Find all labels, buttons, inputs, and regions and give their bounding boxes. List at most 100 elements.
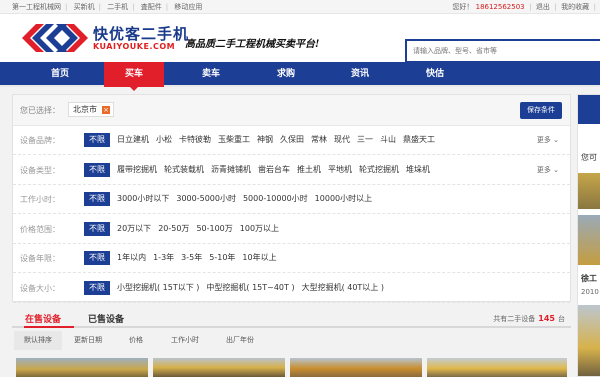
filter-option[interactable]: 斗山 (380, 133, 396, 147)
more-label: 更多 (536, 136, 551, 144)
chevron-down-icon: ⌄ (550, 136, 559, 144)
selected-conditions-row: 您已选择： 北京市 × 保存条件 (13, 95, 570, 126)
filter-label: 设备年限： (20, 254, 60, 263)
filter-options: 不限 1年以内 1-3年 3-5年 5-10年 10年以上 (84, 251, 284, 265)
filter-option[interactable]: 小松 (156, 133, 172, 147)
filter-option[interactable]: 3000-5000小时 (176, 192, 236, 206)
filter-options: 不限 20万以下 20-50万 50-100万 100万以上 (84, 221, 286, 236)
filter-option[interactable]: 3-5年 (181, 251, 202, 265)
nav-item-quick-valuation[interactable]: 快估 (405, 62, 465, 87)
filter-option[interactable]: 鼎盛天工 (403, 133, 435, 147)
listing-count: 共有二手设备 145 台 (493, 314, 565, 324)
listing-thumbnail[interactable] (16, 358, 148, 377)
sort-bar: 默认排序 更新日期 价格 工作小时 出厂年份 (12, 331, 571, 350)
logout-link[interactable]: 退出 (536, 3, 550, 11)
logo-domain: KUAIYOUKE.COM (93, 42, 176, 51)
filter-option-all[interactable]: 不限 (84, 192, 110, 206)
top-link-parts[interactable]: 査配件 (141, 3, 162, 11)
filter-option[interactable]: 三一 (357, 133, 373, 147)
filter-option[interactable]: 凿岩台车 (258, 163, 290, 177)
filter-option[interactable]: 5-10年 (209, 251, 235, 265)
user-phone[interactable]: 18612562503 (476, 3, 525, 11)
more-options-button[interactable]: 更多 ⌄ (537, 135, 559, 145)
filter-option[interactable]: 中型挖掘机( 15T~40T ) (206, 281, 294, 295)
top-link-used-machines[interactable]: 二手机 (107, 3, 128, 11)
filter-option[interactable]: 沥青摊铺机 (211, 163, 251, 177)
count-value: 145 (538, 314, 555, 323)
nav-item-buy[interactable]: 买车 (104, 62, 164, 91)
sidebar-item-image[interactable] (578, 173, 600, 209)
listing-thumbnail[interactable] (427, 358, 567, 377)
filter-option[interactable]: 常林 (311, 133, 327, 147)
nav-item-news[interactable]: 资讯 (330, 62, 390, 87)
more-options-button[interactable]: 更多 ⌄ (537, 165, 559, 175)
listing-thumbnail[interactable] (290, 358, 422, 377)
tab-on-sale[interactable]: 在售设备 (25, 312, 61, 325)
listing-thumbnail[interactable] (153, 358, 285, 377)
nav-item-wanted[interactable]: 求购 (256, 62, 316, 87)
filter-option-all[interactable]: 不限 (84, 251, 110, 265)
filter-option[interactable]: 现代 (334, 133, 350, 147)
filter-option-all[interactable]: 不限 (84, 162, 110, 177)
favorites-link[interactable]: 我的收藏 (561, 3, 589, 11)
sort-default[interactable]: 默认排序 (14, 331, 62, 350)
sidebar-item-year: 2010 (581, 288, 599, 296)
filter-option[interactable]: 玉柴重工 (218, 133, 250, 147)
filter-option[interactable]: 10000小时以上 (315, 192, 372, 206)
filter-options: 不限 履带挖掘机 轮式装载机 沥青摊铺机 凿岩台车 推土机 平地机 轮式挖掘机 堆垛机 (84, 162, 437, 177)
filter-option[interactable]: 堆垛机 (406, 163, 430, 177)
logo-icon[interactable] (12, 22, 88, 54)
user-area: 您好！ 18612562503 | 退出 | 我的收藏 | (452, 2, 596, 12)
filter-option[interactable]: 10年以上 (242, 251, 276, 265)
filter-option[interactable]: 平地机 (328, 163, 352, 177)
filter-option[interactable]: 50-100万 (196, 222, 232, 236)
filter-option[interactable]: 100万以上 (240, 222, 279, 236)
filter-option[interactable]: 推土机 (297, 163, 321, 177)
greeting-text: 您好！ (452, 3, 474, 11)
filter-option[interactable]: 日立建机 (117, 133, 149, 147)
filter-row-work-hours: 工作小时： 不限 3000小时以下 3000-5000小时 5000-10000小时 10… (13, 185, 570, 214)
filter-option[interactable]: 5000-10000小时 (243, 192, 308, 206)
filter-option[interactable]: 1年以内 (117, 251, 146, 265)
logo-text[interactable]: 快优客二手机 KUAIYOUKE.COM (93, 26, 189, 51)
sort-work-hours[interactable]: 工作小时 (160, 331, 210, 350)
nav-item-home[interactable]: 首页 (30, 62, 90, 87)
filter-option-all[interactable]: 不限 (84, 221, 110, 236)
nav-item-sell[interactable]: 卖车 (181, 62, 241, 87)
filter-row-price: 价格范围： 不限 20万以下 20-50万 50-100万 100万以上 (13, 215, 570, 244)
filter-row-type: 设备类型： 不限 履带挖掘机 轮式装载机 沥青摊铺机 凿岩台车 推土机 平地机 轮式挖掘机 堆垛机… (13, 156, 570, 185)
filter-option[interactable]: 1-3年 (153, 251, 174, 265)
sidebar-item-image[interactable] (578, 215, 600, 265)
filter-option[interactable]: 20万以下 (117, 222, 151, 236)
sort-update-date[interactable]: 更新日期 (64, 331, 112, 350)
search-input[interactable] (407, 41, 600, 61)
save-conditions-button[interactable]: 保存条件 (520, 102, 562, 119)
filter-option[interactable]: 神钢 (257, 133, 273, 147)
filter-option[interactable]: 卡特彼勒 (179, 133, 211, 147)
filter-option[interactable]: 轮式装载机 (164, 163, 204, 177)
filter-option[interactable]: 大型挖掘机( 40T以上 ) (302, 281, 384, 295)
filter-option-all[interactable]: 不限 (84, 280, 110, 295)
filter-option[interactable]: 20-50万 (158, 222, 189, 236)
sort-price[interactable]: 价格 (116, 331, 156, 350)
filter-option[interactable]: 轮式挖掘机 (359, 163, 399, 177)
logo-chinese-name: 快优客二手机 (93, 25, 190, 43)
sidebar-item-title[interactable]: 徐工 (581, 273, 597, 284)
close-icon[interactable]: × (102, 106, 110, 114)
filter-options: 不限 日立建机 小松 卡特彼勒 玉柴重工 神钢 久保田 常林 现代 三一 斗山 鼎盛天工 (84, 133, 442, 147)
sidebar-banner (578, 95, 600, 124)
top-link-first-machinery[interactable]: 第一工程机械网 (12, 3, 61, 11)
top-link-mobile-app[interactable]: 移动应用 (174, 3, 202, 11)
filter-option[interactable]: 3000小时以下 (117, 192, 169, 206)
filter-option-all[interactable]: 不限 (84, 133, 110, 147)
filter-label: 设备类型： (20, 165, 60, 175)
filter-option[interactable]: 履带挖掘机 (117, 163, 157, 177)
filter-option[interactable]: 小型挖掘机( 15T以下 ) (117, 281, 199, 295)
tab-sold[interactable]: 已售设备 (88, 312, 124, 325)
sort-manufacture-year[interactable]: 出厂年份 (214, 331, 266, 350)
listing-thumbnails (12, 358, 571, 377)
selected-chip-city[interactable]: 北京市 × (68, 102, 114, 117)
filter-option[interactable]: 久保田 (280, 133, 304, 147)
sidebar-item-image[interactable] (578, 305, 600, 376)
top-link-new-machines[interactable]: 买新机 (74, 3, 95, 11)
